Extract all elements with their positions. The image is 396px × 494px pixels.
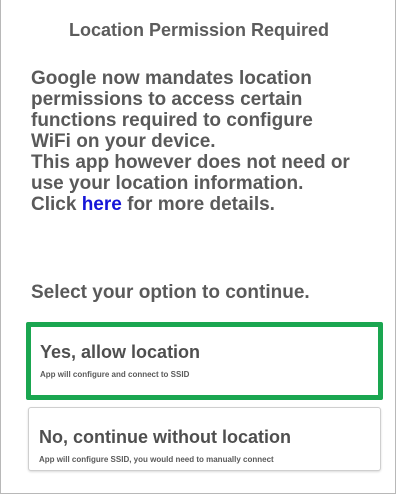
details-link[interactable]: here [82,194,122,215]
allow-location-option[interactable]: Yes, allow location App will configure a… [26,322,383,400]
select-prompt: Select your option to continue. [31,282,310,303]
dialog-message: Google now mandates location permissions… [31,68,383,215]
message-line: Google now mandates location [31,68,312,89]
click-suffix: for more details. [121,194,275,215]
permission-dialog: Location Permission Required Google now … [0,0,396,494]
message-line: use your location information. [31,173,304,194]
message-line: WiFi on your device. [31,131,216,152]
dialog-title: Location Permission Required [68,20,330,40]
message-line: functions required to configure [31,110,313,131]
message-line: permissions to access certain [31,89,303,110]
option-title: No, continue without location [39,427,291,447]
option-title: Yes, allow location [40,342,201,362]
click-prefix: Click [31,194,82,215]
message-line-details: Click here for more details. [31,194,383,215]
message-line: This app however does not need or [31,152,350,173]
deny-location-option[interactable]: No, continue without location App will c… [28,407,381,471]
option-subtitle: App will configure SSID, you would need … [39,455,274,464]
option-subtitle: App will configure and connect to SSID [40,370,190,379]
